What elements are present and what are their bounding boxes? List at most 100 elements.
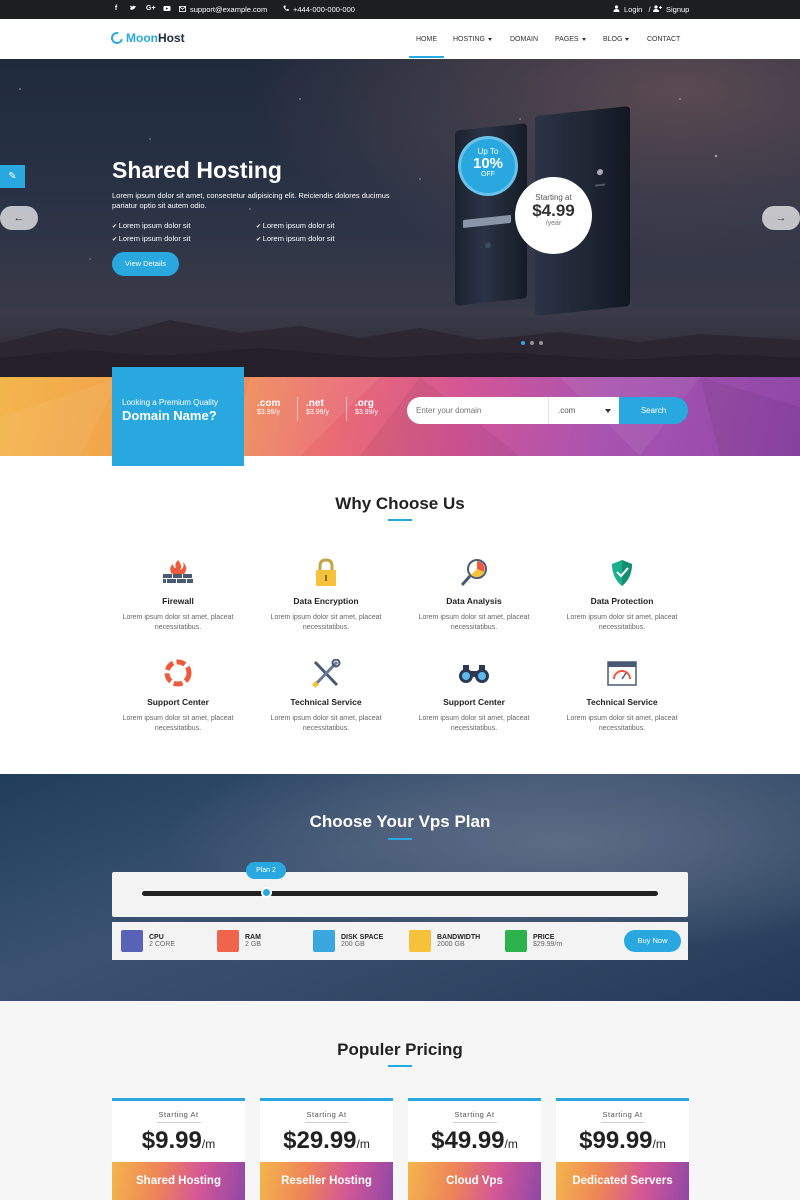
section-underline	[388, 1065, 412, 1067]
pricing-card[interactable]: Starting At $9.99/m Shared Hosting	[112, 1098, 245, 1200]
tld-name: .org	[355, 398, 374, 409]
slider-pagination	[521, 341, 543, 345]
spec-name: RAM	[245, 934, 261, 941]
feature-title: Data Analysis	[446, 596, 502, 606]
slider-dot[interactable]	[530, 341, 534, 345]
nav-item-pages-label: PAGES	[555, 36, 579, 43]
email-text: support@example.com	[190, 5, 268, 14]
domain-search-input[interactable]	[407, 397, 548, 424]
spec-price: PRICE $29.99/m	[505, 930, 562, 952]
feature-description: Lorem ipsum dolor sit amet, placeat nece…	[270, 614, 382, 631]
facebook-icon[interactable]: f	[112, 4, 120, 13]
tld-price: $3.99/y	[306, 409, 329, 416]
wrench-screwdriver-icon	[309, 658, 343, 689]
hero-feature-item: Lorem ipsum dolor sit	[256, 233, 335, 246]
vps-plan-section: Choose Your Vps Plan Plan 2 CPU 2 CORE RA…	[0, 774, 800, 1001]
support-phone[interactable]: +444-000-000-000	[283, 5, 355, 14]
domain-name-text: Domain Name?	[122, 408, 217, 423]
youtube-icon[interactable]	[163, 4, 171, 13]
feature-support-center-2: Support Center Lorem ipsum dolor sit ame…	[409, 659, 539, 734]
google-plus-icon[interactable]: G+	[146, 4, 156, 13]
lock-icon	[309, 558, 343, 588]
nav-item-pages[interactable]: PAGES	[555, 36, 586, 43]
domain-heading-box: Looking a Premium Quality Domain Name?	[112, 367, 244, 466]
spec-name: PRICE	[533, 934, 555, 941]
arrow-left-icon: ←	[13, 212, 25, 224]
pricing-plan-name: Dedicated Servers	[556, 1162, 689, 1200]
cpu-icon	[121, 930, 143, 952]
domain-search-button[interactable]: Search	[619, 397, 688, 424]
feature-technical-service-2: Technical Service Lorem ipsum dolor sit …	[557, 659, 687, 734]
nav-menu: HOME HOSTING DOMAIN PAGES BLOG CONTACT	[0, 19, 800, 59]
tld-select[interactable]: .com	[548, 397, 619, 424]
user-plus-icon	[653, 5, 662, 14]
feature-description: Lorem ipsum dolor sit amet, placeat nece…	[418, 614, 530, 631]
divider	[156, 1122, 201, 1123]
spec-disk-space: DISK SPACE 200 GB	[313, 930, 383, 952]
view-details-button[interactable]: View Details	[112, 252, 179, 276]
feature-description: Lorem ipsum dolor sit amet, placeat nece…	[122, 614, 234, 631]
slider-dot[interactable]	[521, 341, 525, 345]
pricing-card[interactable]: Starting At $99.99/m Dedicated Servers	[556, 1098, 689, 1200]
lifebuoy-icon	[161, 659, 195, 689]
divider	[600, 1122, 645, 1123]
vps-slider-handle[interactable]	[260, 887, 272, 898]
login-link[interactable]: Login /	[613, 5, 651, 14]
feature-title: Data Encryption	[293, 596, 359, 606]
nav-item-contact[interactable]: CONTACT	[647, 36, 680, 43]
feature-firewall: Firewall Lorem ipsum dolor sit amet, pla…	[113, 558, 243, 633]
pricing-amount: $49.99	[431, 1127, 505, 1154]
pricing-card[interactable]: Starting At $29.99/m Reseller Hosting	[260, 1098, 393, 1200]
vps-slider-track[interactable]	[142, 891, 658, 896]
hero-price-period: /year	[545, 220, 562, 227]
slider-next-button[interactable]: →	[762, 206, 800, 230]
phone-text: +444-000-000-000	[293, 5, 355, 14]
spec-cpu: CPU 2 CORE	[121, 930, 175, 952]
feature-data-encryption: Data Encryption Lorem ipsum dolor sit am…	[261, 558, 391, 633]
nav-item-hosting[interactable]: HOSTING	[453, 36, 492, 43]
feature-description: Lorem ipsum dolor sit amet, placeat nece…	[122, 715, 234, 732]
ram-icon	[217, 930, 239, 952]
paint-brush-icon[interactable]: ✎	[0, 165, 25, 188]
envelope-icon	[179, 5, 186, 14]
nav-item-domain[interactable]: DOMAIN	[510, 36, 538, 43]
buy-now-button[interactable]: Buy Now	[624, 930, 681, 952]
chevron-down-icon	[581, 37, 586, 41]
hero-price-amount: $4.99	[532, 201, 575, 220]
pricing-period: /m	[356, 1137, 370, 1151]
feature-description: Lorem ipsum dolor sit amet, placeat nece…	[270, 715, 382, 732]
pricing-starting: Starting At	[306, 1110, 347, 1119]
pricing-amount: $9.99	[141, 1127, 202, 1154]
spec-ram: RAM 2 GB	[217, 930, 261, 952]
main-navbar: Moon Host HOME HOSTING DOMAIN PAGES BLOG …	[0, 19, 800, 59]
feature-description: Lorem ipsum dolor sit amet, placeat nece…	[566, 715, 678, 732]
spec-name: DISK SPACE	[341, 934, 384, 941]
social-links: f G+	[112, 4, 171, 13]
signup-link[interactable]: Signup	[653, 5, 689, 14]
twitter-icon[interactable]	[129, 4, 137, 13]
tld-separator	[346, 397, 347, 421]
hero-feature-item: Lorem ipsum dolor sit	[112, 233, 191, 246]
pricing-period: /m	[504, 1137, 518, 1151]
chevron-down-icon	[487, 37, 492, 41]
tld-net: .net $3.99/y	[306, 398, 329, 416]
feature-technical-service: Technical Service Lorem ipsum dolor sit …	[261, 658, 391, 734]
slider-dot[interactable]	[539, 341, 543, 345]
nav-active-indicator	[409, 56, 444, 58]
pricing-title: Populer Pricing	[337, 1040, 463, 1059]
nav-item-home[interactable]: HOME	[416, 36, 437, 43]
binoculars-icon	[457, 659, 491, 689]
pricing-period: /m	[652, 1137, 666, 1151]
vps-title: Choose Your Vps Plan	[309, 812, 491, 831]
slider-prev-button[interactable]: ←	[0, 206, 38, 230]
spec-value: 2000 GB	[437, 941, 465, 948]
chevron-down-icon	[625, 37, 630, 41]
nav-item-blog[interactable]: BLOG	[603, 36, 630, 43]
discount-percent: 10%	[472, 155, 504, 172]
support-email[interactable]: support@example.com	[179, 5, 267, 14]
pricing-card[interactable]: Starting At $49.99/m Cloud Vps	[408, 1098, 541, 1200]
divider	[304, 1122, 349, 1123]
pricing-amount: $99.99	[579, 1127, 653, 1154]
price-tag-icon	[505, 930, 527, 952]
browser-window-icon	[605, 659, 639, 689]
